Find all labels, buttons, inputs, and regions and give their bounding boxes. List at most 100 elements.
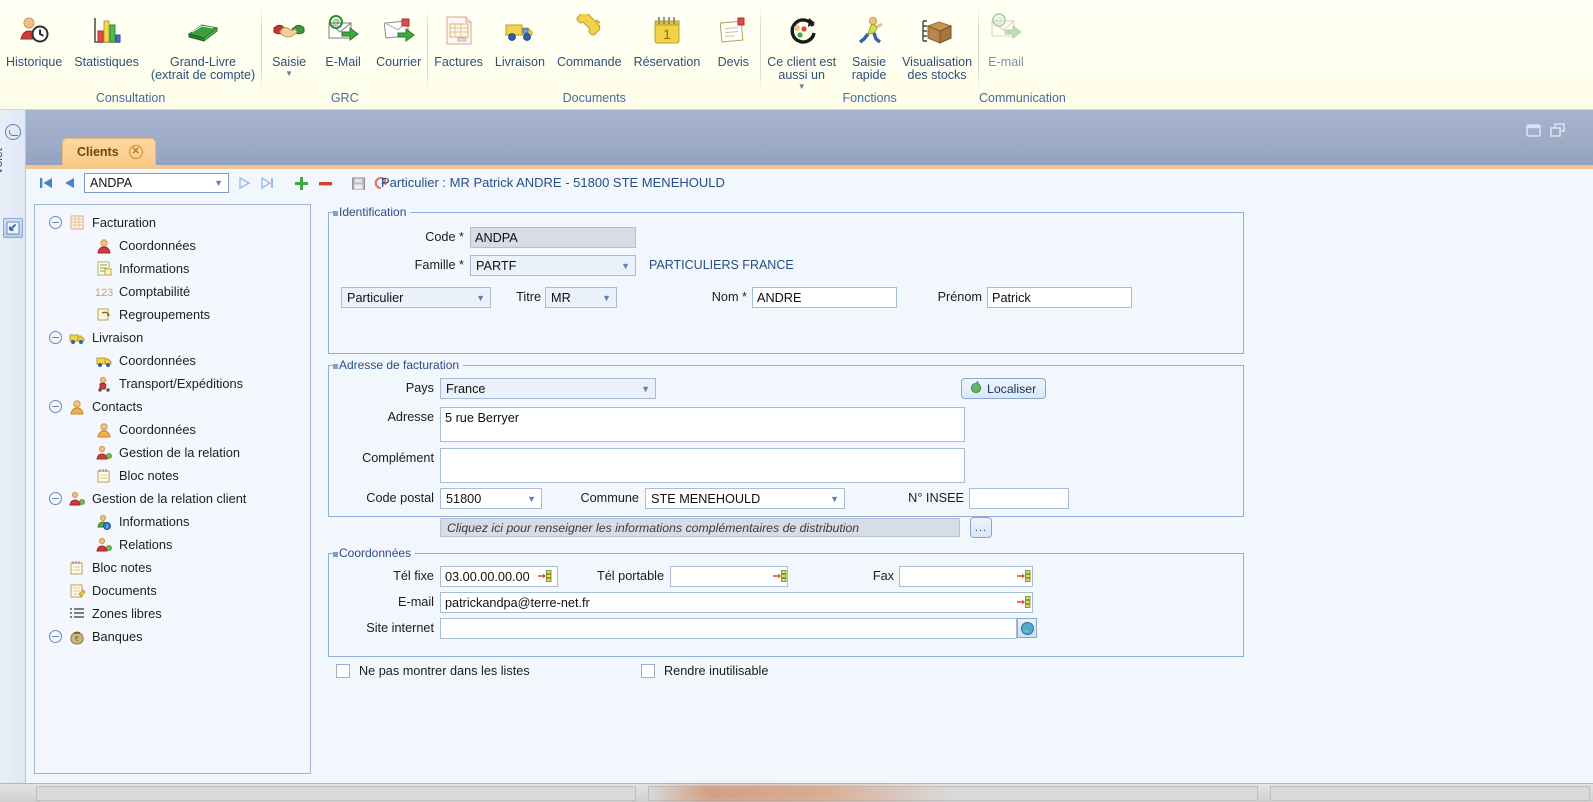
insert-list-icon[interactable] (1017, 569, 1031, 583)
save-disk-icon[interactable] (351, 176, 366, 191)
ribbon-button-historique[interactable]: Historique (0, 6, 68, 69)
record-code-combo[interactable]: ANDPA ▼ (84, 173, 229, 193)
ribbon-group-fonctions: Ce client est aussi un ▼ Saisie rapide Visu… (761, 0, 978, 110)
chevron-down-icon[interactable]: ▼ (641, 384, 653, 394)
tree-item-label: Relations (119, 537, 173, 552)
ribbon-button-courrier[interactable]: Courrier (370, 6, 427, 69)
ribbon-button-factures[interactable]: Factures (428, 6, 489, 69)
collapse-toggle-icon[interactable] (49, 630, 62, 643)
collapse-toggle-icon[interactable] (49, 331, 62, 344)
localiser-button[interactable]: Localiser (961, 378, 1047, 399)
code-postal-select[interactable]: 51800 ▼ (440, 488, 542, 509)
chevron-down-icon[interactable]: ▼ (527, 494, 539, 504)
tree-item-bloc-notes[interactable]: Bloc notes (49, 464, 310, 487)
titre-select[interactable]: MR ▼ (545, 287, 617, 308)
ribbon-button-statistiques[interactable]: Statistiques (68, 6, 145, 69)
close-icon[interactable]: ✕ (128, 145, 143, 159)
titre-label: Titre (516, 290, 541, 304)
famille-select[interactable]: PARTF ▼ (470, 255, 636, 276)
tree-item-livraison[interactable]: Livraison (49, 326, 310, 349)
collapse-toggle-icon[interactable] (49, 492, 62, 505)
client-type-value: Particulier (347, 290, 404, 305)
tree-item-bloc-notes[interactable]: Bloc notes (49, 556, 310, 579)
tree-item-label: Documents (92, 583, 157, 598)
ellipsis-icon[interactable]: ... (970, 517, 992, 538)
taskbar-segment[interactable] (1270, 786, 1590, 801)
client-type-select[interactable]: Particulier ▼ (341, 287, 491, 308)
taskbar-segment[interactable] (36, 786, 636, 801)
tree-item-informations[interactable]: Informations (49, 257, 310, 280)
add-plus-icon[interactable] (293, 175, 310, 192)
fax-field[interactable] (899, 566, 1033, 587)
insert-list-icon[interactable] (773, 569, 787, 583)
insert-list-icon[interactable] (1017, 595, 1031, 609)
browse-web-icon[interactable] (1017, 618, 1037, 638)
checkbox-make-unusable[interactable]: Rendre inutilisable (641, 664, 768, 678)
tree-item-regroupements[interactable]: Regroupements (49, 303, 310, 326)
tree-item-comptabilit[interactable]: 123 Comptabilité (49, 280, 310, 303)
site-internet-field[interactable] (440, 618, 1017, 639)
email-field[interactable]: patrickandpa@terre-net.fr (440, 592, 1033, 613)
insert-list-icon[interactable] (538, 569, 552, 583)
tree-item-relations[interactable]: Relations (49, 533, 310, 556)
ribbon-button-r-servation[interactable]: 1 Réservation (628, 6, 707, 69)
commune-value: STE MENEHOULD (651, 491, 761, 506)
complement-field[interactable] (440, 448, 965, 483)
tree-item-documents[interactable]: Documents (49, 579, 310, 602)
insee-field[interactable] (969, 488, 1069, 509)
chevron-down-icon[interactable]: ▼ (621, 261, 633, 271)
adresse-field[interactable]: 5 rue Berryer (440, 407, 965, 442)
tree-item-banques[interactable]: € Banques (49, 625, 310, 648)
checkbox-box[interactable] (641, 664, 655, 678)
tree-item-transport-exp-ditions[interactable]: Transport/Expéditions (49, 372, 310, 395)
chevron-down-icon[interactable]: ▼ (798, 82, 806, 91)
chevron-down-icon[interactable]: ▼ (602, 293, 614, 303)
previous-record-icon[interactable] (61, 175, 77, 191)
ribbon-group-label: Consultation (95, 91, 166, 105)
checkbox-hide-in-lists[interactable]: Ne pas montrer dans les listes (336, 664, 530, 678)
first-record-icon[interactable] (38, 175, 54, 191)
tree-item-coordonn-es[interactable]: Coordonnées (49, 349, 310, 372)
chevron-down-icon[interactable]: ▼ (214, 178, 226, 188)
ribbon-button-saisie-rapide[interactable]: Saisie rapide (842, 6, 896, 82)
cascade-windows-icon[interactable] (1550, 123, 1565, 137)
collapse-toggle-icon[interactable] (49, 400, 62, 413)
chevron-down-icon[interactable]: ▼ (830, 494, 842, 504)
ribbon-button-livraison[interactable]: Livraison (489, 6, 551, 69)
tree-item-coordonn-es[interactable]: Coordonnées (49, 418, 310, 441)
collapse-toggle-icon[interactable] (49, 216, 62, 229)
pays-select[interactable]: France ▼ (440, 378, 656, 399)
ribbon-button-devis[interactable]: Devis (706, 6, 760, 69)
ribbon-button-e-mail[interactable]: @ E-Mail (316, 6, 370, 69)
remove-minus-icon[interactable] (317, 175, 334, 192)
tree-item-coordonn-es[interactable]: Coordonnées (49, 234, 310, 257)
tree-item-informations[interactable]: i Informations (49, 510, 310, 533)
chevron-down-icon[interactable]: ▼ (285, 69, 293, 78)
tree-item-facturation[interactable]: Facturation (49, 211, 310, 234)
code-field[interactable]: ANDPA (470, 227, 636, 248)
ribbon-button-ce-client-est-aussi-un[interactable]: Ce client est aussi un ▼ (761, 6, 842, 91)
ribbon-button-grand-livre-extrait-de-compte[interactable]: Grand-Livre (extrait de compte) (145, 6, 261, 82)
restore-window-icon[interactable] (1526, 123, 1541, 137)
nom-field[interactable]: ANDRE (752, 287, 897, 308)
last-record-icon[interactable] (259, 175, 275, 191)
distribution-hint-bar[interactable]: Cliquez ici pour renseigner les informat… (440, 518, 960, 537)
ribbon-button-label: Historique (6, 55, 63, 69)
tab-clients[interactable]: Clients ✕ (62, 138, 156, 165)
ribbon-button-visualisation-des-stocks[interactable]: Visualisation des stocks (896, 6, 978, 82)
tel-portable-field[interactable] (670, 566, 788, 587)
ribbon-button-saisie[interactable]: Saisie ▼ (262, 6, 316, 78)
collapse-circle-icon[interactable] (5, 124, 21, 140)
tree-item-gestion-de-la-relation-client[interactable]: Gestion de la relation client (49, 487, 310, 510)
pin-panel-icon[interactable] (3, 218, 23, 238)
checkbox-box[interactable] (336, 664, 350, 678)
ribbon-button-label: Livraison (494, 55, 545, 69)
prenom-field[interactable]: Patrick (987, 287, 1132, 308)
tree-item-contacts[interactable]: Contacts (49, 395, 310, 418)
ribbon-button-commande[interactable]: Commande (551, 6, 628, 69)
tree-item-zones-libres[interactable]: Zones libres (49, 602, 310, 625)
next-record-icon[interactable] (236, 175, 252, 191)
commune-select[interactable]: STE MENEHOULD ▼ (645, 488, 845, 509)
tree-item-gestion-de-la-relation[interactable]: Gestion de la relation (49, 441, 310, 464)
os-taskbar (0, 783, 1593, 802)
